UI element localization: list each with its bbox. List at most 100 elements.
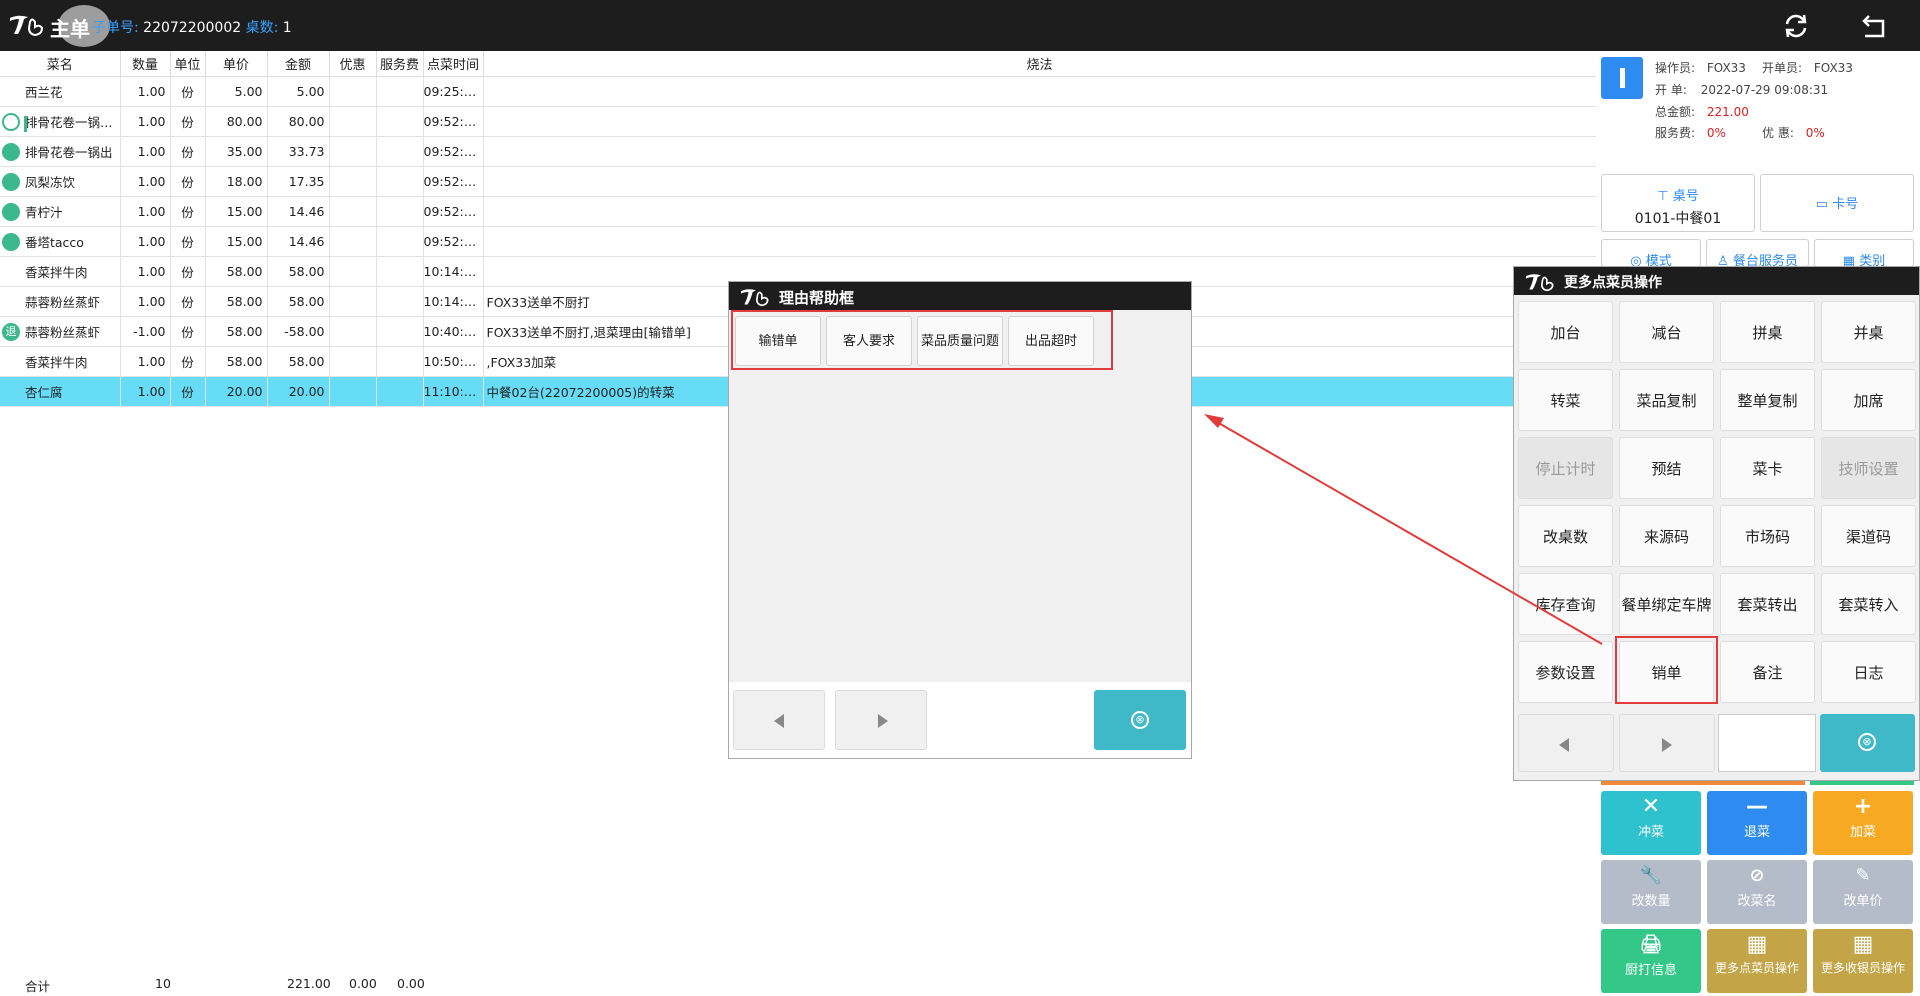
prev-page-button[interactable] — [1518, 714, 1614, 772]
cell-discount — [329, 316, 377, 347]
cell-service — [376, 286, 424, 317]
cell-method — [483, 106, 1597, 137]
table-row[interactable]: 排骨花卷一锅蒸... 1.00 份 80.00 80.00 09:52:16 — [0, 106, 1597, 137]
op-button-5[interactable]: 菜品复制 — [1619, 369, 1714, 431]
change-qty-button[interactable]: 🔧 改数量 — [1601, 860, 1701, 924]
order-no-label: 子单号: — [92, 20, 139, 36]
cell-qty: -1.00 — [120, 316, 171, 347]
op-button-18[interactable]: 套菜转出 — [1720, 573, 1815, 635]
op-button-17[interactable]: 餐单绑定车牌 — [1619, 573, 1714, 635]
op-button-13[interactable]: 来源码 — [1619, 505, 1714, 567]
return-dish-button[interactable]: — 退菜 — [1707, 791, 1807, 855]
op-button-22[interactable]: 备注 — [1720, 641, 1815, 703]
op-button-8[interactable]: 停止计时 — [1518, 437, 1613, 499]
cell-discount — [329, 226, 377, 257]
op-button-7[interactable]: 加席 — [1821, 369, 1916, 431]
next-page-button[interactable] — [1619, 714, 1715, 772]
col-amount[interactable]: 金额 — [267, 51, 330, 77]
table-row[interactable]: 番塔tacco 1.00 份 15.00 14.46 09:52:16 — [0, 226, 1597, 257]
col-discount[interactable]: 优惠 — [329, 51, 377, 77]
table-row[interactable]: 西兰花 1.00 份 5.00 5.00 09:25:42 — [0, 76, 1597, 107]
cell-method — [483, 136, 1597, 167]
back-icon[interactable] — [1861, 12, 1891, 40]
cell-service — [376, 346, 424, 377]
cell-amount: 33.73 — [267, 136, 330, 167]
cell-discount — [329, 136, 377, 167]
op-button-9[interactable]: 预结 — [1619, 437, 1714, 499]
reason-close-button[interactable]: ⊗ — [1094, 690, 1186, 750]
cell-name: 香菜拌牛肉 — [0, 256, 121, 287]
cell-price: 80.00 — [205, 106, 268, 137]
op-button-3[interactable]: 并桌 — [1821, 301, 1916, 363]
op-button-4[interactable]: 转菜 — [1518, 369, 1613, 431]
op-button-12[interactable]: 改桌数 — [1518, 505, 1613, 567]
cell-time: 09:52:16 — [423, 136, 484, 167]
op-button-14[interactable]: 市场码 — [1720, 505, 1815, 567]
order-info: 子单号: 22072200002 桌数: 1 — [92, 17, 292, 37]
col-unit[interactable]: 单位 — [170, 51, 206, 77]
refresh-icon[interactable] — [1781, 12, 1811, 40]
category-button[interactable]: ▦ 类别 — [1814, 239, 1914, 267]
op-button-23[interactable]: 日志 — [1821, 641, 1916, 703]
totals-row: 合计 10 221.00 0.00 0.00 — [0, 970, 700, 996]
tables-count: 1 — [282, 20, 292, 36]
op-button-20[interactable]: 参数设置 — [1518, 641, 1613, 703]
mode-button[interactable]: ◎ 模式 — [1601, 239, 1701, 267]
op-button-1[interactable]: 减台 — [1619, 301, 1714, 363]
cell-qty: 1.00 — [120, 166, 171, 197]
cell-price: 58.00 — [205, 346, 268, 377]
cell-time: 09:52:16 — [423, 226, 484, 257]
cell-name: 凤梨冻饮 — [0, 166, 121, 197]
add-dish-button[interactable]: + 加菜 — [1813, 791, 1913, 855]
col-time[interactable]: 点菜时间 — [423, 51, 484, 77]
col-service[interactable]: 服务费 — [376, 51, 424, 77]
rush-dish-button[interactable]: ✕ 冲菜 — [1601, 791, 1701, 855]
cell-unit: 份 — [170, 76, 206, 107]
cell-amount: 58.00 — [267, 346, 330, 377]
more-ops-close-button[interactable]: ⊗ — [1820, 714, 1915, 772]
op-button-0[interactable]: 加台 — [1518, 301, 1613, 363]
next-page-button[interactable] — [835, 690, 927, 750]
grid-icon: ▦ — [1746, 932, 1768, 957]
cell-method — [483, 226, 1597, 257]
cell-time: 10:50:37 — [423, 346, 484, 377]
op-button-11[interactable]: 技师设置 — [1821, 437, 1916, 499]
col-price[interactable]: 单价 — [205, 51, 268, 77]
more-waiter-ops-button[interactable]: ▦ 更多点菜员操作 — [1707, 929, 1807, 993]
op-button-19[interactable]: 套菜转入 — [1821, 573, 1916, 635]
cell-unit: 份 — [170, 166, 206, 197]
more-ops-header: 更多点菜员操作 — [1514, 267, 1919, 295]
cell-service — [376, 136, 424, 167]
cell-discount — [329, 376, 377, 407]
prev-page-button[interactable] — [733, 690, 825, 750]
col-method[interactable]: 烧法 — [483, 51, 1597, 77]
col-name[interactable]: 菜名 — [0, 51, 121, 77]
cell-name: 排骨花卷一锅出 — [0, 136, 121, 167]
page-input[interactable] — [1718, 714, 1816, 772]
kitchen-print-button[interactable]: 🖨 厨打信息 — [1601, 929, 1701, 993]
op-button-10[interactable]: 菜卡 — [1720, 437, 1815, 499]
op-button-6[interactable]: 整单复制 — [1720, 369, 1815, 431]
table-icon: ⊤ — [1657, 189, 1669, 204]
table-row[interactable]: 青柠汁 1.00 份 15.00 14.46 09:52:16 — [0, 196, 1597, 227]
op-button-2[interactable]: 拼桌 — [1720, 301, 1815, 363]
table-row[interactable]: 排骨花卷一锅出 1.00 份 35.00 33.73 09:52:16 — [0, 136, 1597, 167]
table-no-card[interactable]: ⊤ 桌号 0101-中餐01 — [1601, 174, 1755, 232]
more-ops-dialog: 更多点菜员操作 加台 减台 拼桌 并桌转菜 菜品复制 整单复制 加席停止计时 预结 菜卡 技师设置… — [1513, 266, 1920, 781]
cell-amount: 58.00 — [267, 286, 330, 317]
col-qty[interactable]: 数量 — [120, 51, 171, 77]
op-button-16[interactable]: 库存查询 — [1518, 573, 1613, 635]
op-button-15[interactable]: 渠道码 — [1821, 505, 1916, 567]
table-row[interactable]: 凤梨冻饮 1.00 份 18.00 17.35 09:52:16 — [0, 166, 1597, 197]
cell-service — [376, 196, 424, 227]
cell-name: 杏仁腐 — [0, 376, 121, 407]
cell-discount — [329, 76, 377, 107]
more-cashier-ops-button[interactable]: ▦ 更多收银员操作 — [1813, 929, 1913, 993]
change-name-button[interactable]: ⊘ 改菜名 — [1707, 860, 1807, 924]
app-logo-icon — [741, 289, 769, 307]
waiter-button[interactable]: ♙ 餐台服务员 — [1706, 239, 1809, 267]
open-time-info: 开 单: 2022-07-29 09:08:31 — [1655, 83, 1829, 97]
card-no-card[interactable]: ▭ 卡号 — [1760, 174, 1914, 232]
cell-qty: 1.00 — [120, 136, 171, 167]
change-price-button[interactable]: ✎ 改单价 — [1813, 860, 1913, 924]
